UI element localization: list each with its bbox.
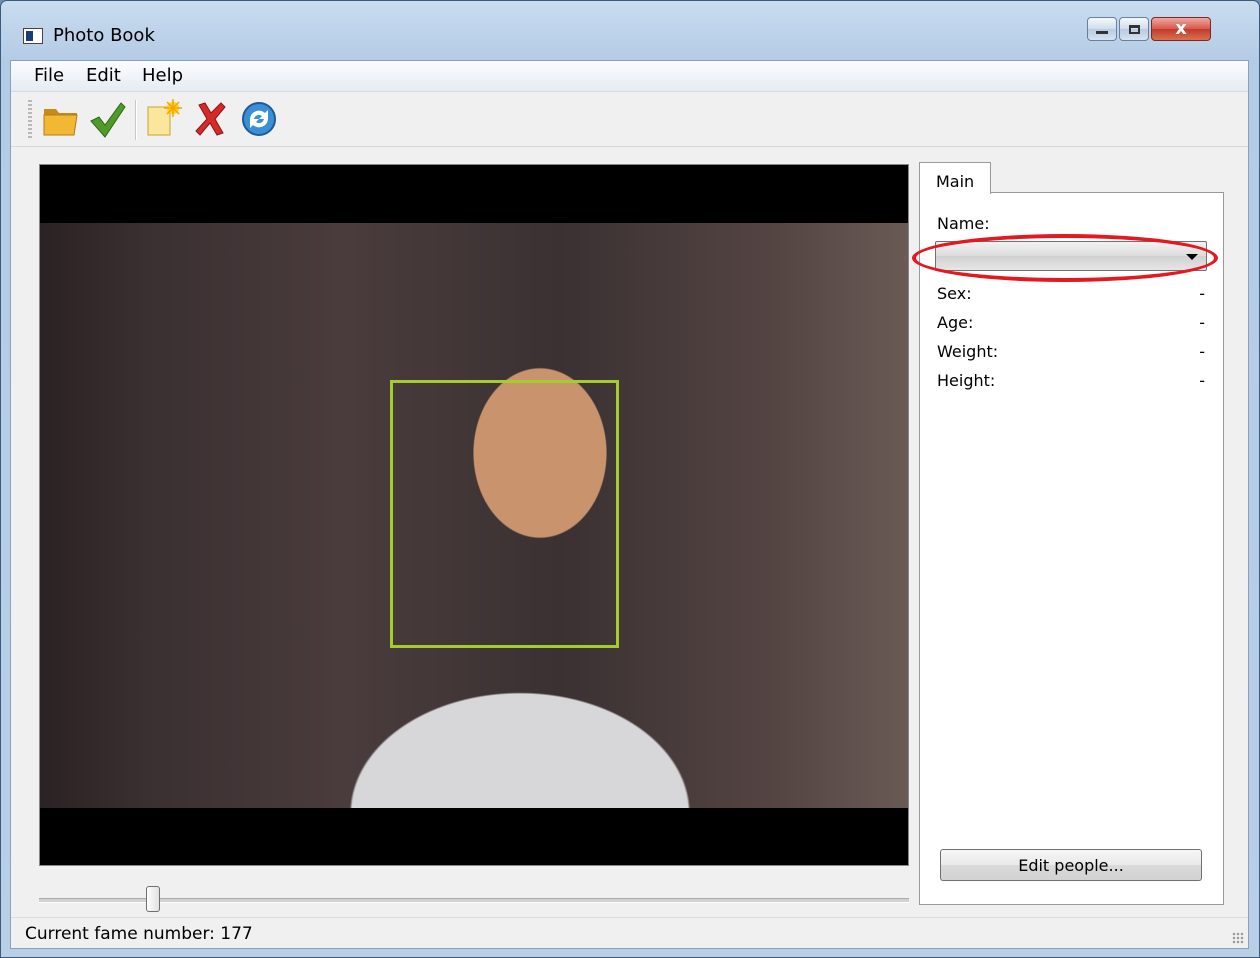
age-value: - bbox=[1199, 313, 1205, 332]
height-value: - bbox=[1199, 371, 1205, 390]
minimize-icon bbox=[1096, 30, 1108, 34]
tab-main[interactable]: Main bbox=[919, 162, 991, 194]
maximize-icon bbox=[1128, 24, 1140, 34]
client-area: File Edit Help Main Name: Sex: - Age: - … bbox=[10, 60, 1249, 949]
close-icon: x bbox=[1175, 18, 1187, 39]
name-label: Name: bbox=[937, 214, 990, 233]
menu-help[interactable]: Help bbox=[142, 65, 183, 86]
name-combobox[interactable] bbox=[935, 241, 1207, 271]
refresh-icon bbox=[242, 102, 276, 136]
resize-grip[interactable] bbox=[1232, 932, 1244, 944]
slider-thumb[interactable] bbox=[146, 886, 160, 912]
sex-value: - bbox=[1199, 284, 1205, 303]
title-bar[interactable]: Photo Book x bbox=[1, 1, 1259, 59]
minimize-button[interactable] bbox=[1087, 17, 1117, 41]
frame-slider[interactable] bbox=[39, 886, 909, 916]
camera-frame bbox=[40, 223, 908, 808]
app-icon bbox=[23, 28, 43, 44]
video-view[interactable] bbox=[39, 164, 909, 866]
delete-button[interactable] bbox=[191, 98, 231, 140]
maximize-button[interactable] bbox=[1119, 17, 1149, 41]
app-window: Photo Book x File Edit Help Main Name: S… bbox=[0, 0, 1260, 958]
status-text: Current fame number: 177 bbox=[25, 924, 253, 944]
menu-edit[interactable]: Edit bbox=[86, 65, 121, 86]
menu-file[interactable]: File bbox=[34, 65, 64, 86]
slider-track[interactable] bbox=[39, 898, 909, 903]
weight-label: Weight: bbox=[937, 342, 999, 361]
open-folder-icon bbox=[43, 109, 78, 136]
checkmark-icon bbox=[90, 102, 126, 138]
toolbar-separator bbox=[135, 100, 136, 140]
sex-label: Sex: bbox=[937, 284, 972, 303]
weight-value: - bbox=[1199, 342, 1205, 361]
age-label: Age: bbox=[937, 313, 974, 332]
face-detection-box bbox=[390, 380, 619, 648]
edit-people-button[interactable]: Edit people... bbox=[940, 849, 1202, 881]
window-title: Photo Book bbox=[53, 25, 155, 46]
chevron-down-icon[interactable] bbox=[1186, 254, 1198, 260]
toolbar-grip[interactable] bbox=[28, 100, 32, 140]
height-label: Height: bbox=[937, 371, 996, 390]
toolbar bbox=[11, 92, 1248, 147]
delete-icon bbox=[195, 102, 226, 136]
status-bar: Current fame number: 177 bbox=[11, 917, 1248, 948]
confirm-button[interactable] bbox=[87, 98, 127, 140]
new-button[interactable] bbox=[144, 98, 184, 140]
open-button[interactable] bbox=[41, 98, 81, 140]
refresh-button[interactable] bbox=[239, 98, 279, 140]
new-item-icon bbox=[147, 99, 182, 136]
side-panel: Name: Sex: - Age: - Weight: - Height: - … bbox=[912, 192, 1224, 905]
close-button[interactable]: x bbox=[1151, 17, 1211, 41]
menu-bar: File Edit Help bbox=[11, 61, 1248, 92]
